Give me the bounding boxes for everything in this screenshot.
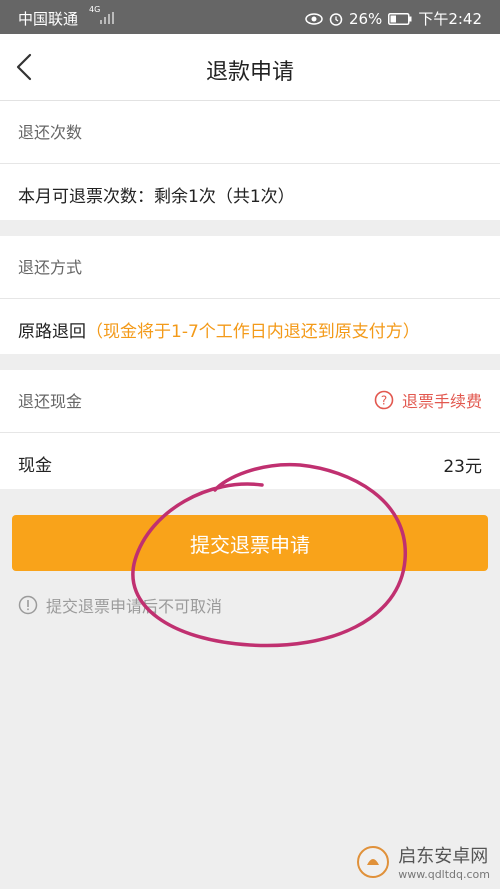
refund-method-note: （现金将于1-7个工作日内退还到原支付方） <box>86 322 420 342</box>
nav-bar: 退款申请 <box>0 34 500 101</box>
refund-cash-row: 现金 23元 <box>0 433 500 489</box>
cancel-notice-text: 提交退票申请后不可取消 <box>46 597 223 616</box>
refund-cash-label: 退还现金 <box>18 392 83 411</box>
refund-method-header: 退还方式 <box>0 236 500 299</box>
refund-times-row: 本月可退票次数：剩余1次（共1次） <box>0 164 500 220</box>
carrier-label: 中国联通 <box>18 10 79 28</box>
status-bar: 中国联通 4G 26% 下午2:42 <box>0 0 500 34</box>
svg-text:?: ? <box>381 394 387 408</box>
refund-method-label: 退还方式 <box>18 258 83 277</box>
watermark-url: www.qdltdq.com <box>398 868 490 881</box>
question-circle-icon: ? <box>374 390 394 410</box>
refund-cash-header: 退还现金 ? 退票手续费 <box>0 370 500 433</box>
cash-amount: 23元 <box>443 457 482 477</box>
refund-fee-link[interactable]: ? 退票手续费 <box>374 388 482 412</box>
refund-times-section: 退还次数 本月可退票次数：剩余1次（共1次） <box>0 101 500 220</box>
clock: 下午2:42 <box>418 10 482 28</box>
cash-label: 现金 <box>18 456 52 476</box>
refund-method-value: 原路退回（现金将于1-7个工作日内退还到原支付方） <box>18 317 420 342</box>
submit-refund-button[interactable]: 提交退票申请 <box>12 515 488 571</box>
battery-percent: 26% <box>348 9 383 28</box>
watermark: 启东安卓网 www.qdltdq.com <box>356 842 490 881</box>
refund-times-label: 退还次数 <box>18 123 83 142</box>
signal-icon <box>100 12 114 24</box>
refund-times-value: 本月可退票次数：剩余1次（共1次） <box>18 187 295 207</box>
eye-icon <box>305 12 323 25</box>
refund-method-row: 原路退回（现金将于1-7个工作日内退还到原支付方） <box>0 299 500 355</box>
refund-method-name: 原路退回 <box>18 322 86 342</box>
refund-method-section: 退还方式 原路退回（现金将于1-7个工作日内退还到原支付方） <box>0 236 500 354</box>
battery-icon <box>388 12 412 25</box>
page-title: 退款申请 <box>205 60 294 85</box>
alarm-icon <box>329 12 343 26</box>
watermark-title: 启东安卓网 <box>398 846 489 867</box>
refund-times-header: 退还次数 <box>0 101 500 164</box>
exclamation-circle-icon <box>18 595 38 615</box>
network-type: 4G <box>89 5 101 14</box>
watermark-logo-icon <box>357 845 390 878</box>
refund-fee-label: 退票手续费 <box>401 392 482 411</box>
cancel-notice: 提交退票申请后不可取消 <box>18 593 222 617</box>
status-right: 26% 下午2:42 <box>305 8 482 29</box>
refund-cash-section: 退还现金 ? 退票手续费 现金 23元 <box>0 370 500 489</box>
